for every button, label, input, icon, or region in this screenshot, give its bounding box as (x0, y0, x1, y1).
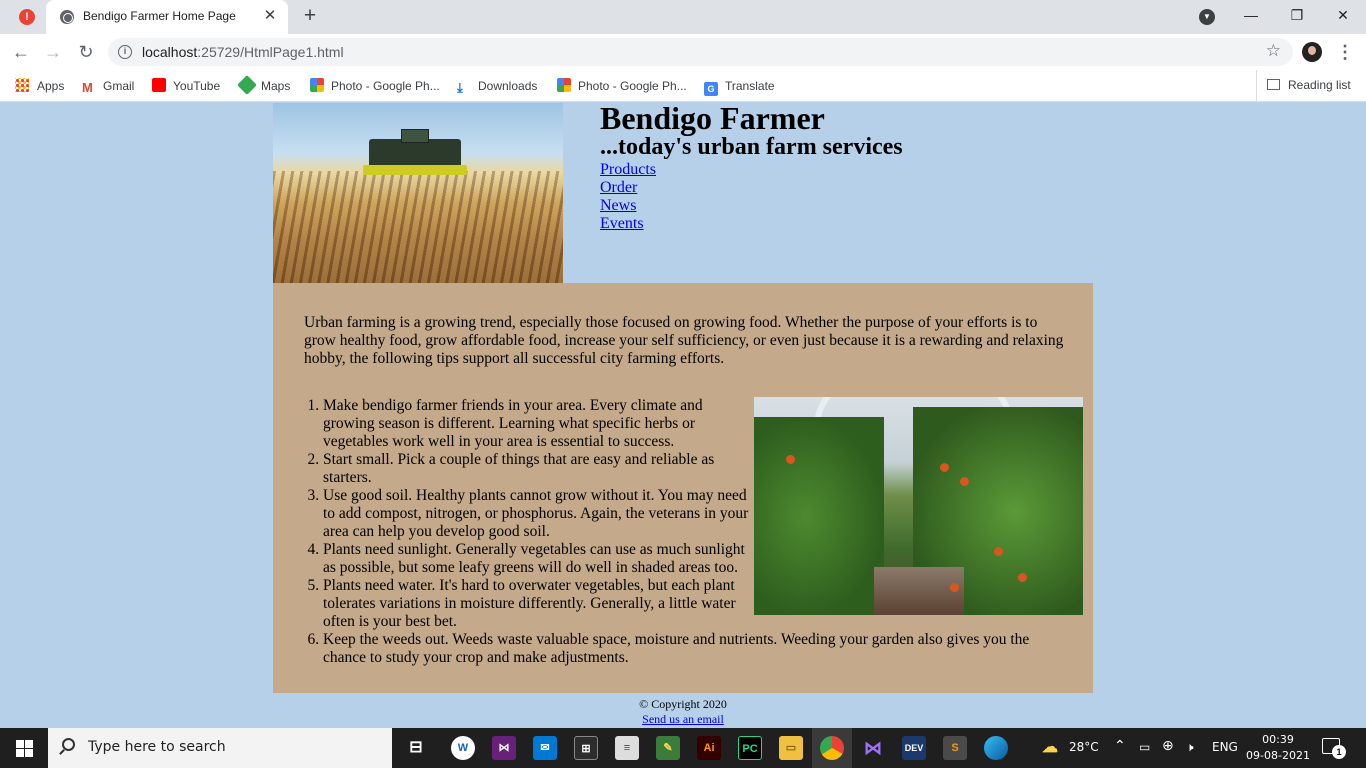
image-editor-icon[interactable]: ✎ (656, 736, 680, 760)
reload-icon[interactable]: ↻ (73, 39, 99, 65)
tip-item: Plants need water. It's hard to overwate… (323, 577, 753, 631)
search-icon (62, 738, 75, 751)
new-tab-button[interactable]: + (298, 4, 322, 28)
chrome-icon[interactable] (820, 736, 844, 760)
copyright-text: © Copyright 2020 (639, 697, 727, 711)
reading-list-button[interactable]: Reading list (1256, 70, 1351, 101)
browser-toolbar: ← → ↻ i localhost:25729/HtmlPage1.html ☆… (0, 34, 1366, 70)
network-globe-icon[interactable]: ⊕ (1162, 738, 1174, 754)
bookmark-youtube[interactable]: YouTube (152, 77, 220, 95)
web-page: Bendigo Farmer ...today's urban farm ser… (0, 100, 1366, 728)
tip-item: Make bendigo farmer friends in your area… (323, 397, 753, 451)
tip-item: Plants need sunlight. Generally vegetabl… (323, 541, 753, 577)
back-arrow-icon[interactable]: ← (8, 39, 34, 65)
tab-search-icon[interactable]: ▼ (1199, 9, 1215, 25)
chevron-up-icon[interactable]: ⌃ (1114, 738, 1126, 754)
vscode-icon[interactable]: ⋈ (861, 736, 885, 760)
dev-cpp-icon[interactable]: DEV (902, 736, 926, 760)
forward-arrow-icon[interactable]: → (40, 39, 66, 65)
illustrator-icon[interactable]: Ai (697, 736, 721, 760)
sublime-text-icon[interactable]: S (943, 736, 967, 760)
bookmark-photos-1[interactable]: Photo - Google Ph... (310, 77, 440, 95)
maps-icon (237, 75, 257, 95)
bookmarks-bar: Apps M Gmail YouTube Maps Photo - Google … (0, 70, 1366, 102)
windows-taskbar: Type here to search ⊟ W ⋈ ✉ ⊞ ≡ ✎ Ai PC … (0, 728, 1366, 768)
email-link[interactable]: Send us an email (642, 712, 724, 726)
close-window-button[interactable]: ✕ (1320, 0, 1366, 30)
google-translate-icon: G (704, 82, 718, 96)
store-icon[interactable]: ⊞ (574, 736, 598, 760)
battery-icon[interactable]: ▭ (1139, 740, 1150, 754)
bookmark-maps[interactable]: Maps (237, 75, 290, 95)
profile-avatar[interactable] (1302, 42, 1322, 62)
browser-tab[interactable]: Bendigo Farmer Home Page ✕ (46, 0, 288, 34)
browser-tab-strip: ! Bendigo Farmer Home Page ✕ + ▼ — ❐ ✕ (0, 0, 1366, 34)
google-photos-icon (310, 78, 324, 92)
site-subtitle: ...today's urban farm services (600, 134, 903, 160)
bookmark-star-icon[interactable]: ☆ (1266, 41, 1281, 61)
bookmark-photos-2[interactable]: Photo - Google Ph... (557, 77, 687, 95)
reading-list-icon (1267, 79, 1280, 90)
tab-title: Bendigo Farmer Home Page (83, 9, 236, 23)
pycharm-icon[interactable]: PC (738, 736, 762, 760)
site-nav: Products Order News Events (600, 161, 656, 233)
bookmark-gmail[interactable]: M Gmail (82, 77, 134, 95)
bookmark-apps[interactable]: Apps (15, 77, 64, 95)
weather-icon[interactable]: ☁ (1038, 736, 1062, 760)
notification-icon[interactable]: 1 (1322, 738, 1346, 759)
site-info-icon[interactable]: i (118, 45, 132, 59)
nav-link-products[interactable]: Products (600, 161, 656, 178)
alert-icon[interactable]: ! (19, 9, 35, 25)
word-app-icon[interactable]: W (451, 736, 475, 760)
clock-date: 09-08-2021 (1246, 749, 1310, 762)
apps-grid-icon (15, 78, 29, 92)
nav-link-events[interactable]: Events (600, 215, 644, 232)
edge-icon[interactable] (984, 736, 1008, 760)
system-clock[interactable]: 00:39 09-08-2021 (1246, 732, 1310, 764)
close-tab-icon[interactable]: ✕ (262, 7, 278, 25)
taskbar-search-placeholder: Type here to search (88, 739, 226, 755)
site-title: Bendigo Farmer (600, 100, 825, 136)
file-explorer-icon[interactable]: ▭ (779, 736, 803, 760)
url-text[interactable]: localhost:25729/HtmlPage1.html (142, 44, 344, 60)
browser-menu-icon[interactable]: ⋮ (1336, 40, 1354, 64)
tip-item: Start small. Pick a couple of things tha… (323, 451, 753, 487)
tip-item: Use good soil. Healthy plants cannot gro… (323, 487, 753, 541)
mail-icon[interactable]: ✉ (533, 736, 557, 760)
restore-button[interactable]: ❐ (1274, 0, 1320, 30)
page-footer: © Copyright 2020 Send us an email (0, 697, 1366, 727)
windows-start-button[interactable] (0, 728, 48, 768)
taskbar-search-box[interactable]: Type here to search (48, 728, 392, 768)
gmail-icon: M (82, 80, 93, 95)
nav-link-order[interactable]: Order (600, 179, 637, 196)
address-bar[interactable]: i localhost:25729/HtmlPage1.html ☆ (108, 38, 1293, 66)
harvester-image (273, 103, 563, 283)
tip-item: Keep the weeds out. Weeds waste valuable… (323, 631, 1058, 667)
document-icon[interactable]: ≡ (615, 736, 639, 760)
tips-list: Make bendigo farmer friends in your area… (323, 397, 1058, 667)
language-indicator[interactable]: ENG (1212, 740, 1238, 754)
globe-icon (60, 10, 74, 24)
clock-time: 00:39 (1262, 733, 1294, 746)
main-content: Urban farming is a growing trend, especi… (273, 283, 1093, 693)
bookmark-translate[interactable]: G Translate (704, 77, 775, 96)
notification-badge: 1 (1332, 745, 1346, 759)
speaker-muted-icon[interactable]: 🕨 (1186, 740, 1194, 755)
visual-studio-icon[interactable]: ⋈ (492, 736, 516, 760)
bookmark-downloads[interactable]: ⤓ Downloads (457, 77, 537, 95)
nav-link-news[interactable]: News (600, 197, 636, 214)
minimize-button[interactable]: — (1228, 0, 1274, 30)
google-photos-icon (557, 78, 571, 92)
task-view-icon[interactable]: ⊟ (404, 736, 428, 760)
intro-paragraph: Urban farming is a growing trend, especi… (304, 314, 1064, 367)
download-icon: ⤓ (457, 80, 463, 95)
temperature-text[interactable]: 28°C (1069, 740, 1099, 754)
youtube-icon (152, 78, 166, 92)
